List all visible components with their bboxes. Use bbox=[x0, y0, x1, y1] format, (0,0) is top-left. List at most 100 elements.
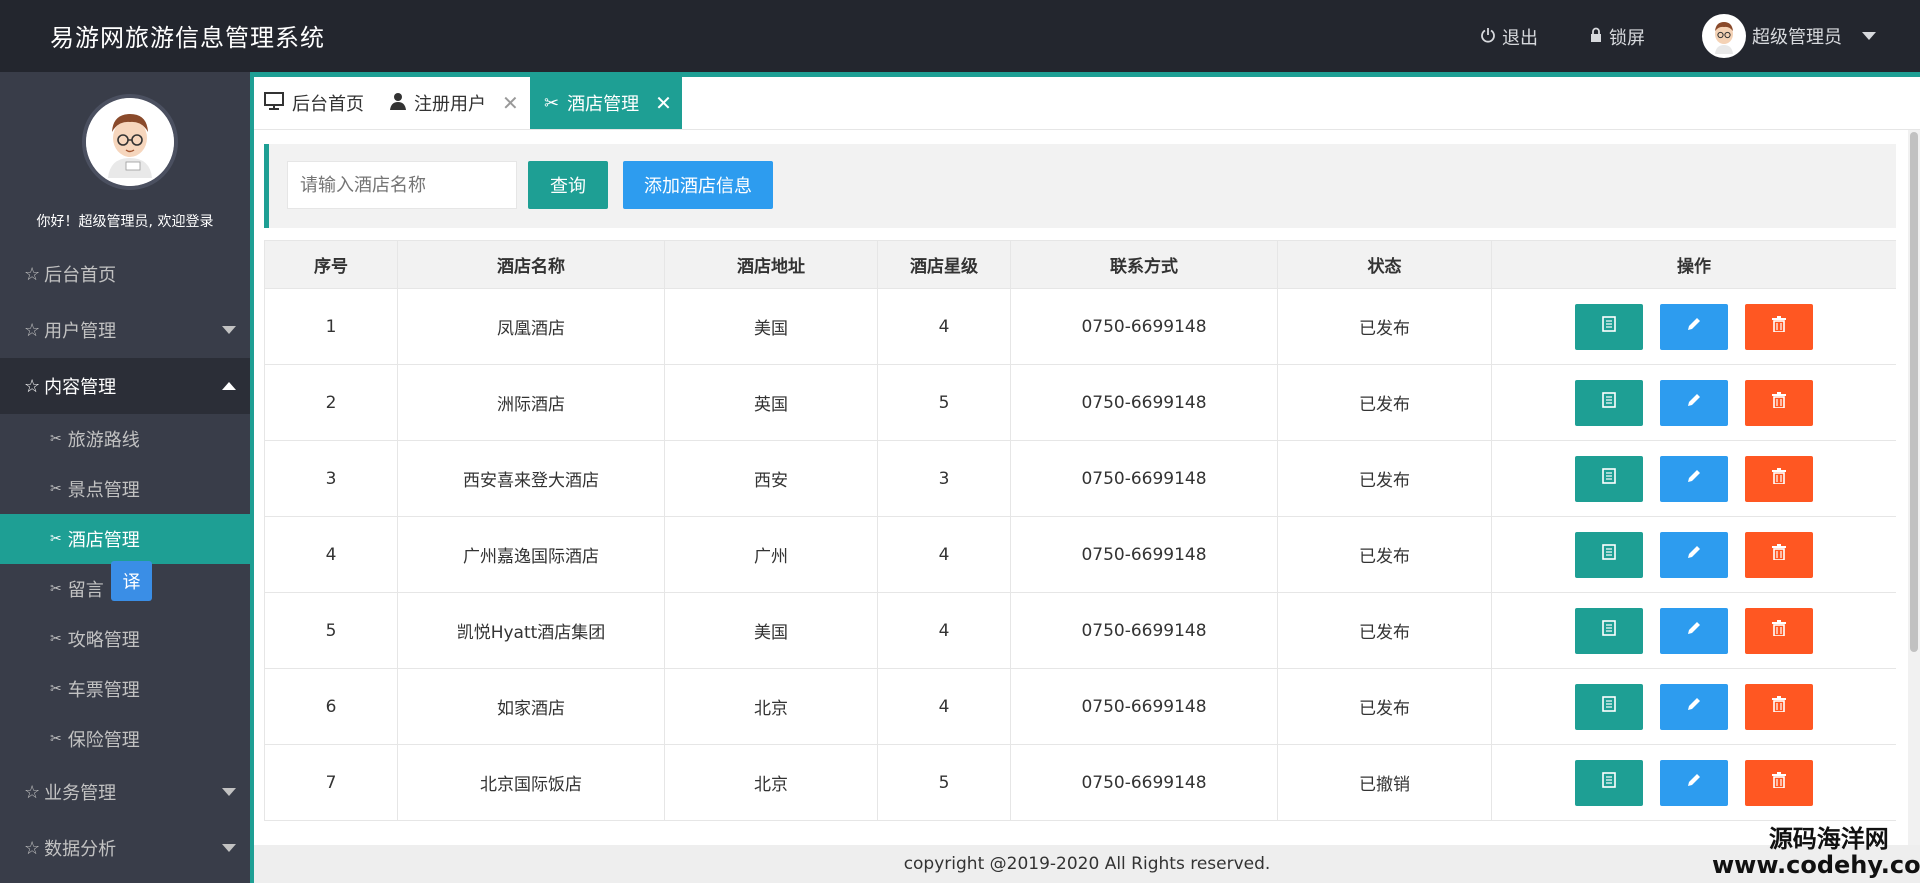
query-button[interactable]: 查询 bbox=[528, 161, 608, 209]
tools-icon: ✂ bbox=[50, 731, 62, 747]
tab-registered-users[interactable]: 注册用户 ✕ bbox=[390, 77, 519, 129]
edit-button[interactable] bbox=[1660, 455, 1728, 502]
cell-actions bbox=[1491, 668, 1896, 745]
sidebar-item-analytics[interactable]: ☆ 数据分析 bbox=[0, 820, 250, 876]
translate-button[interactable]: 译 bbox=[111, 561, 152, 601]
view-button[interactable] bbox=[1575, 455, 1643, 502]
cell-contact: 0750-6699148 bbox=[1010, 516, 1278, 593]
view-button[interactable] bbox=[1575, 531, 1643, 578]
vertical-scrollbar[interactable] bbox=[1908, 130, 1920, 845]
hotel-name-search-input[interactable] bbox=[287, 161, 517, 209]
column-header: 酒店名称 bbox=[397, 240, 665, 289]
edit-button[interactable] bbox=[1660, 759, 1728, 806]
chevron-down-icon bbox=[1862, 32, 1876, 40]
sidebar-item-routes[interactable]: ✂ 旅游路线 bbox=[0, 414, 250, 464]
lock-screen-button[interactable]: 锁屏 bbox=[1589, 24, 1645, 50]
sidebar-item-scenic[interactable]: ✂ 景点管理 bbox=[0, 464, 250, 514]
pencil-icon bbox=[1686, 696, 1702, 717]
monitor-icon bbox=[264, 91, 284, 115]
trash-icon bbox=[1772, 392, 1786, 413]
chevron-down-icon bbox=[222, 844, 236, 852]
cell-hotel-name: 北京国际饭店 bbox=[397, 744, 665, 821]
table-row: 1 凤凰酒店 美国 4 0750-6699148 已发布 bbox=[264, 288, 1896, 365]
cell-address: 美国 bbox=[664, 592, 878, 669]
cell-index: 2 bbox=[264, 364, 398, 441]
cell-address: 广州 bbox=[664, 516, 878, 593]
table-row: 2 洲际酒店 英国 5 0750-6699148 已发布 bbox=[264, 364, 1896, 441]
user-name: 超级管理员 bbox=[1752, 27, 1842, 48]
sidebar-item-users[interactable]: ☆ 用户管理 bbox=[0, 302, 250, 358]
sidebar-item-guides[interactable]: ✂ 攻略管理 bbox=[0, 614, 250, 664]
pencil-icon bbox=[1686, 468, 1702, 489]
sidebar-item-label: 旅游路线 bbox=[67, 430, 140, 451]
column-header: 联系方式 bbox=[1010, 240, 1278, 289]
delete-button[interactable] bbox=[1745, 455, 1813, 502]
chevron-up-icon bbox=[222, 382, 236, 390]
logout-button[interactable]: 退出 bbox=[1480, 24, 1538, 50]
sidebar-item-hotel[interactable]: ✂ 酒店管理 bbox=[0, 514, 250, 564]
cell-contact: 0750-6699148 bbox=[1010, 668, 1278, 745]
edit-button[interactable] bbox=[1660, 303, 1728, 350]
star-icon: ☆ bbox=[24, 837, 41, 859]
delete-button[interactable] bbox=[1745, 683, 1813, 730]
cell-hotel-name: 洲际酒店 bbox=[397, 364, 665, 441]
document-icon bbox=[1602, 620, 1616, 641]
tools-icon: ✂ bbox=[50, 631, 62, 647]
tab-bar: 后台首页 注册用户 ✕ ✂ 酒店管理 ✕ bbox=[254, 72, 1920, 130]
cell-contact: 0750-6699148 bbox=[1010, 288, 1278, 365]
document-icon bbox=[1602, 316, 1616, 337]
sidebar-item-content[interactable]: ☆ 内容管理 bbox=[0, 358, 250, 414]
view-button[interactable] bbox=[1575, 683, 1643, 730]
cell-hotel-name: 如家酒店 bbox=[397, 668, 665, 745]
close-icon[interactable]: ✕ bbox=[655, 91, 672, 115]
cell-actions bbox=[1491, 516, 1896, 593]
edit-button[interactable] bbox=[1660, 379, 1728, 426]
table-body: 1 凤凰酒店 美国 4 0750-6699148 已发布 2 洲际酒店 英国 5 0750-6699… bbox=[264, 288, 1896, 821]
sidebar-item-insurance[interactable]: ✂ 保险管理 bbox=[0, 714, 250, 764]
cell-status: 已发布 bbox=[1277, 364, 1492, 441]
document-icon bbox=[1602, 392, 1616, 413]
view-button[interactable] bbox=[1575, 379, 1643, 426]
sidebar-item-home[interactable]: ☆ 后台首页 bbox=[0, 246, 250, 302]
delete-button[interactable] bbox=[1745, 607, 1813, 654]
user-avatar bbox=[1702, 14, 1746, 58]
hotel-table: 序号 酒店名称 酒店地址 酒店星级 联系方式 状态 操作 1 凤凰酒店 美国 4 075… bbox=[264, 240, 1896, 821]
cell-actions bbox=[1491, 288, 1896, 365]
sidebar-item-label: 后台首页 bbox=[44, 265, 117, 286]
table-row: 4 广州嘉逸国际酒店 广州 4 0750-6699148 已发布 bbox=[264, 516, 1896, 593]
view-button[interactable] bbox=[1575, 303, 1643, 350]
cell-actions bbox=[1491, 744, 1896, 821]
scrollbar-thumb[interactable] bbox=[1910, 132, 1918, 652]
view-button[interactable] bbox=[1575, 759, 1643, 806]
star-icon: ☆ bbox=[24, 781, 41, 803]
edit-button[interactable] bbox=[1660, 531, 1728, 578]
delete-button[interactable] bbox=[1745, 303, 1813, 350]
view-button[interactable] bbox=[1575, 607, 1643, 654]
trash-icon bbox=[1772, 772, 1786, 793]
column-header: 序号 bbox=[264, 240, 398, 289]
edit-button[interactable] bbox=[1660, 607, 1728, 654]
tools-icon: ✂ bbox=[50, 581, 62, 597]
delete-button[interactable] bbox=[1745, 759, 1813, 806]
user-icon bbox=[390, 92, 406, 115]
user-menu[interactable]: 超级管理员 bbox=[1702, 14, 1876, 58]
star-icon: ☆ bbox=[24, 375, 41, 397]
cell-index: 3 bbox=[264, 440, 398, 517]
close-icon[interactable]: ✕ bbox=[502, 91, 519, 115]
edit-button[interactable] bbox=[1660, 683, 1728, 730]
action-buttons bbox=[1492, 607, 1896, 654]
sidebar-item-label: 保险管理 bbox=[67, 730, 140, 751]
app-title: 易游网旅游信息管理系统 bbox=[50, 24, 325, 52]
pencil-icon bbox=[1686, 392, 1702, 413]
cell-status: 已发布 bbox=[1277, 592, 1492, 669]
document-icon bbox=[1602, 772, 1616, 793]
delete-button[interactable] bbox=[1745, 379, 1813, 426]
cell-contact: 0750-6699148 bbox=[1010, 364, 1278, 441]
sidebar-item-tickets[interactable]: ✂ 车票管理 bbox=[0, 664, 250, 714]
delete-button[interactable] bbox=[1745, 531, 1813, 578]
tab-home[interactable]: 后台首页 bbox=[264, 77, 364, 129]
tab-hotel-management[interactable]: ✂ 酒店管理 ✕ bbox=[530, 77, 682, 129]
table-row: 3 西安喜来登大酒店 西安 3 0750-6699148 已发布 bbox=[264, 440, 1896, 517]
sidebar-item-business[interactable]: ☆ 业务管理 bbox=[0, 764, 250, 820]
add-hotel-button[interactable]: 添加酒店信息 bbox=[623, 161, 773, 209]
